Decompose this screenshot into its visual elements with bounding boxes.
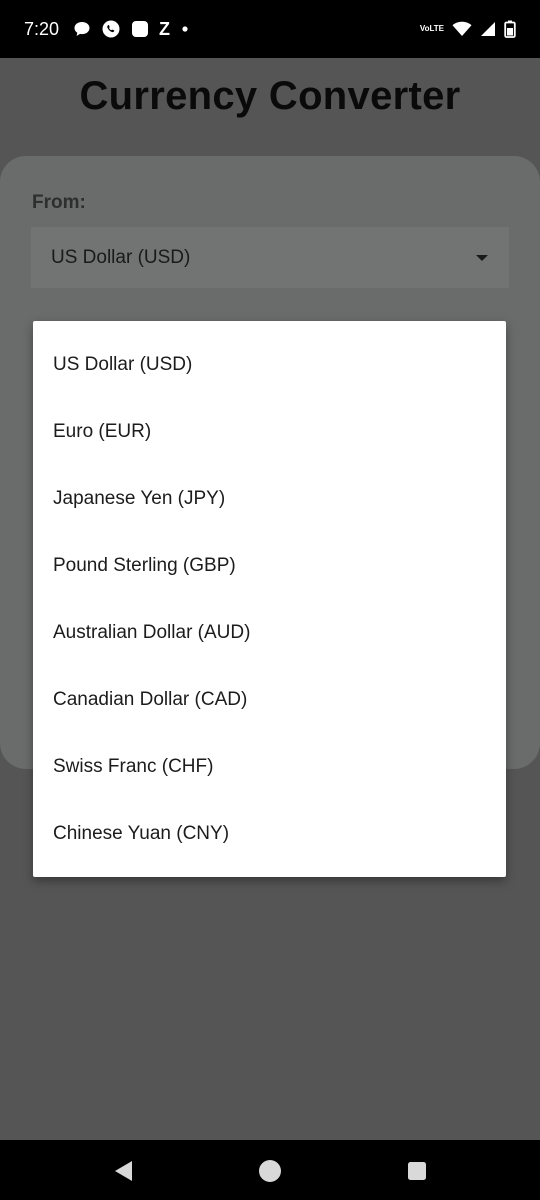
- option-usd[interactable]: US Dollar (USD): [33, 331, 506, 398]
- volte-bottom-label: LTE: [429, 24, 444, 33]
- signal-icon: [480, 21, 496, 37]
- navigation-bar: [0, 1140, 540, 1200]
- from-currency-value: US Dollar (USD): [51, 246, 191, 268]
- notification-icons: Z: [73, 19, 190, 40]
- option-chf[interactable]: Swiss Franc (CHF): [33, 733, 506, 800]
- battery-icon: [504, 20, 516, 38]
- back-icon[interactable]: [110, 1158, 136, 1184]
- dot-icon: [180, 24, 190, 34]
- wifi-icon: [452, 21, 472, 37]
- option-jpy[interactable]: Japanese Yen (JPY): [33, 465, 506, 532]
- page-title: Currency Converter: [79, 74, 461, 118]
- from-label: From:: [32, 192, 86, 213]
- home-icon[interactable]: [257, 1158, 283, 1184]
- option-eur[interactable]: Euro (EUR): [33, 398, 506, 465]
- z-app-icon: Z: [159, 18, 171, 39]
- whatsapp-icon: [101, 19, 121, 39]
- option-cny[interactable]: Chinese Yuan (CNY): [33, 800, 506, 867]
- app-square-icon: [131, 20, 149, 38]
- option-gbp[interactable]: Pound Sterling (GBP): [33, 532, 506, 599]
- currency-dropdown-menu: US Dollar (USD) Euro (EUR) Japanese Yen …: [33, 321, 506, 877]
- chevron-down-icon: [475, 249, 489, 267]
- status-bar: 7:20 Z Vo LTE: [0, 0, 540, 58]
- status-time: 7:20: [24, 18, 60, 39]
- chat-bubble-icon: [73, 20, 91, 38]
- volte-top-label: Vo: [419, 24, 430, 33]
- option-aud[interactable]: Australian Dollar (AUD): [33, 599, 506, 666]
- system-icons: Vo LTE: [420, 20, 516, 38]
- volte-icon: Vo LTE: [420, 25, 444, 33]
- option-cad[interactable]: Canadian Dollar (CAD): [33, 666, 506, 733]
- from-currency-select[interactable]: US Dollar (USD): [31, 227, 509, 288]
- recents-icon[interactable]: [404, 1158, 430, 1184]
